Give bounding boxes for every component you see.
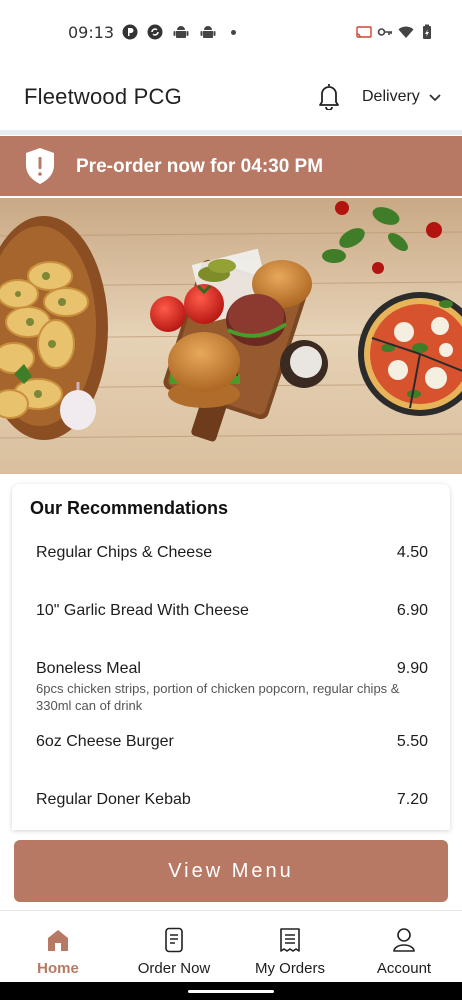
item-name: Regular Doner Kebab	[36, 791, 191, 808]
nav-order-now[interactable]: Order Now	[116, 911, 232, 983]
system-gesture-bar	[0, 982, 462, 1000]
nav-home[interactable]: Home	[0, 911, 116, 983]
item-name: 6oz Cheese Burger	[36, 733, 174, 750]
android-icon	[200, 26, 216, 38]
nav-label: Home	[37, 960, 79, 977]
store-name: Fleetwood PCG	[24, 84, 182, 109]
nav-my-orders[interactable]: My Orders	[232, 911, 348, 983]
status-bar: 09:13	[0, 0, 462, 64]
home-icon	[48, 930, 68, 951]
app-notification-icon	[122, 24, 138, 40]
nav-label: My Orders	[254, 960, 325, 977]
more-notifications-dot	[231, 30, 236, 35]
chevron-down-icon[interactable]	[428, 90, 442, 104]
home-gesture-handle[interactable]	[188, 990, 274, 993]
preorder-banner[interactable]: Pre-order now for 04:30 PM	[0, 136, 462, 196]
item-description: 6pcs chicken strips, portion of chicken …	[36, 681, 400, 713]
bottom-nav: Home Order Now My Orders Account	[0, 910, 462, 982]
android-icon	[173, 26, 189, 38]
shield-alert-icon	[26, 148, 54, 184]
item-price: 5.50	[396, 733, 428, 750]
item-price: 7.20	[396, 791, 428, 808]
item-name: Boneless Meal	[36, 660, 141, 677]
item-price: 4.50	[396, 544, 428, 561]
app-header: Fleetwood PCG Delivery	[0, 64, 462, 130]
list-item[interactable]: 10" Garlic Bread With Cheese 6.90	[36, 602, 428, 620]
recommendations-card: Our Recommendations Regular Chips & Chee…	[12, 484, 450, 830]
nav-label: Order Now	[137, 960, 211, 977]
battery-icon	[423, 24, 431, 39]
delivery-mode-selector[interactable]: Delivery	[362, 88, 420, 106]
item-price: 6.90	[396, 602, 428, 619]
nav-label: Account	[376, 960, 432, 977]
item-name: Regular Chips & Cheese	[36, 544, 213, 561]
item-name: 10" Garlic Bread With Cheese	[36, 602, 249, 619]
hero-food-image	[0, 198, 462, 474]
cast-icon	[356, 26, 372, 38]
vpn-key-icon	[377, 28, 392, 36]
bell-icon[interactable]	[316, 82, 342, 110]
preorder-banner-text: Pre-order now for 04:30 PM	[76, 156, 324, 177]
status-time: 09:13	[68, 23, 115, 42]
view-menu-button[interactable]: View Menu	[14, 840, 448, 902]
recommendations-title: Our Recommendations	[30, 498, 229, 518]
wifi-icon	[398, 26, 414, 38]
receipt-icon	[280, 928, 300, 952]
header-divider	[0, 130, 462, 135]
list-item[interactable]: Regular Chips & Cheese 4.50	[36, 544, 428, 562]
list-item[interactable]: Boneless Meal 9.90 6pcs chicken strips, …	[36, 660, 428, 714]
list-item[interactable]: Regular Doner Kebab 7.20	[36, 791, 428, 809]
item-price: 9.90	[396, 660, 428, 677]
phone-order-icon	[165, 927, 183, 953]
person-icon	[393, 928, 415, 952]
sync-notification-icon	[147, 24, 163, 40]
nav-account[interactable]: Account	[346, 911, 462, 983]
list-item[interactable]: 6oz Cheese Burger 5.50	[36, 733, 428, 751]
